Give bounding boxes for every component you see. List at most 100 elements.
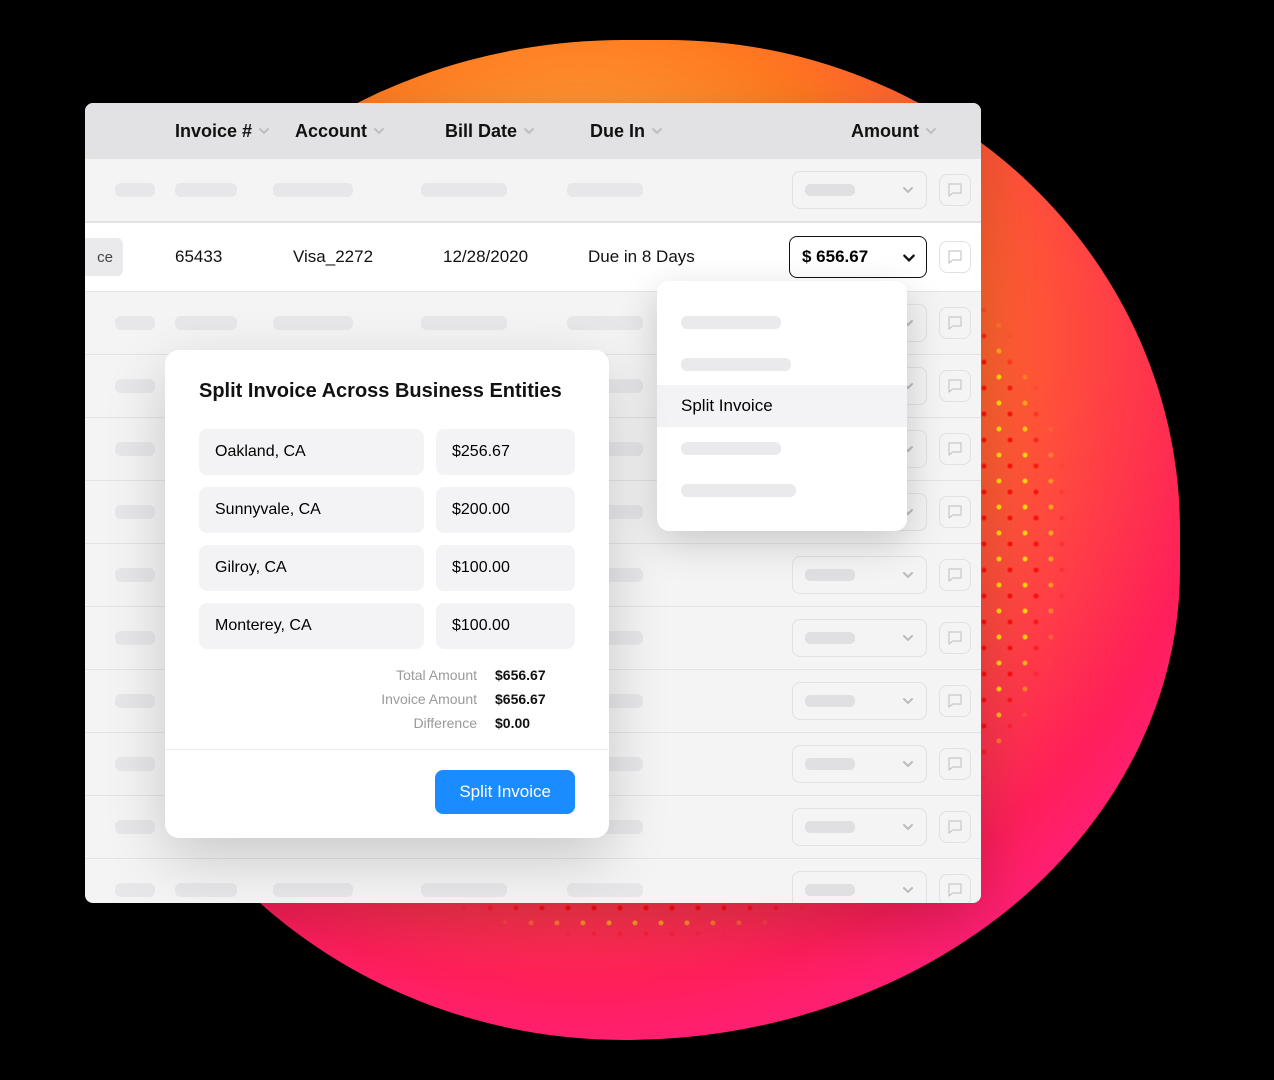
placeholder-cell <box>681 484 796 497</box>
entity-location-field[interactable]: Oakland, CA <box>199 429 424 475</box>
chevron-down-icon <box>902 632 914 644</box>
column-header-account[interactable]: Account <box>295 121 445 142</box>
split-invoice-button[interactable]: Split Invoice <box>435 770 575 814</box>
total-row: Difference $0.00 <box>199 715 575 731</box>
placeholder-cell <box>115 183 155 197</box>
table-row[interactable] <box>85 859 981 903</box>
comment-button[interactable] <box>939 241 971 273</box>
entity-amount-field[interactable]: $100.00 <box>436 603 575 649</box>
speech-bubble-icon <box>946 818 964 836</box>
placeholder-cell <box>805 569 855 581</box>
table-row[interactable] <box>85 159 981 222</box>
split-entity-row: Monterey, CA $100.00 <box>199 603 575 649</box>
menu-item-split-invoice[interactable]: Split Invoice <box>657 385 907 427</box>
comment-button[interactable] <box>939 685 971 717</box>
entity-amount-field[interactable]: $256.67 <box>436 429 575 475</box>
placeholder-cell <box>115 820 155 834</box>
amount-select[interactable] <box>792 556 927 594</box>
menu-item[interactable] <box>657 427 907 469</box>
chevron-down-icon <box>523 125 535 137</box>
menu-item[interactable] <box>657 301 907 343</box>
entity-amount-field[interactable]: $200.00 <box>436 487 575 533</box>
column-header-label: Amount <box>851 121 919 142</box>
speech-bubble-icon <box>946 629 964 647</box>
column-header-due-in[interactable]: Due In <box>590 121 780 142</box>
comment-button[interactable] <box>939 559 971 591</box>
comment-button[interactable] <box>939 748 971 780</box>
chevron-down-icon <box>902 569 914 581</box>
comment-button[interactable] <box>939 307 971 339</box>
placeholder-cell <box>115 757 155 771</box>
speech-bubble-icon <box>946 181 964 199</box>
placeholder-cell <box>421 883 507 897</box>
comment-button[interactable] <box>939 811 971 843</box>
split-entity-row: Oakland, CA $256.67 <box>199 429 575 475</box>
placeholder-cell <box>421 316 507 330</box>
placeholder-cell <box>567 316 643 330</box>
menu-item[interactable] <box>657 343 907 385</box>
amount-action-menu: Split Invoice <box>657 281 907 531</box>
speech-bubble-icon <box>946 692 964 710</box>
field-value: Gilroy, CA <box>215 559 287 577</box>
comment-button[interactable] <box>939 874 971 903</box>
amount-select[interactable] <box>792 171 927 209</box>
field-value: Monterey, CA <box>215 617 312 635</box>
field-value: Oakland, CA <box>215 443 306 461</box>
entity-location-field[interactable]: Monterey, CA <box>199 603 424 649</box>
placeholder-cell <box>115 568 155 582</box>
placeholder-cell <box>273 183 353 197</box>
chevron-down-icon <box>902 251 914 263</box>
speech-bubble-icon <box>946 248 964 266</box>
cell-invoice: 65433 <box>175 247 293 267</box>
amount-select[interactable] <box>792 745 927 783</box>
cell-account: Visa_2272 <box>293 247 443 267</box>
placeholder-cell <box>273 883 353 897</box>
placeholder-cell <box>805 758 855 770</box>
amount-select[interactable] <box>792 619 927 657</box>
speech-bubble-icon <box>946 377 964 395</box>
speech-bubble-icon <box>946 755 964 773</box>
menu-item[interactable] <box>657 469 907 511</box>
summary-value: $656.67 <box>495 691 575 707</box>
split-entity-row: Sunnyvale, CA $200.00 <box>199 487 575 533</box>
amount-select[interactable] <box>792 808 927 846</box>
cell-due-in: Due in 8 Days <box>588 247 778 267</box>
placeholder-cell <box>681 442 781 455</box>
summary-label: Invoice Amount <box>317 691 477 707</box>
chevron-down-icon <box>902 184 914 196</box>
column-header-amount[interactable]: Amount <box>851 121 961 142</box>
column-header-invoice[interactable]: Invoice # <box>175 121 295 142</box>
speech-bubble-icon <box>946 314 964 332</box>
comment-button[interactable] <box>939 174 971 206</box>
placeholder-cell <box>805 695 855 707</box>
summary-value: $656.67 <box>495 667 575 683</box>
column-header-label: Account <box>295 121 367 142</box>
comment-button[interactable] <box>939 433 971 465</box>
table-header: Invoice # Account Bill Date Due In Amoun… <box>85 103 981 159</box>
entity-location-field[interactable]: Gilroy, CA <box>199 545 424 591</box>
placeholder-cell <box>805 884 855 896</box>
comment-button[interactable] <box>939 622 971 654</box>
field-value: $256.67 <box>452 443 510 461</box>
entity-location-field[interactable]: Sunnyvale, CA <box>199 487 424 533</box>
total-row: Invoice Amount $656.67 <box>199 691 575 707</box>
amount-select[interactable] <box>792 871 927 903</box>
column-header-label: Due In <box>590 121 645 142</box>
comment-button[interactable] <box>939 370 971 402</box>
field-value: $200.00 <box>452 501 510 519</box>
split-invoice-modal: Split Invoice Across Business Entities O… <box>165 350 609 838</box>
summary-value: $0.00 <box>495 715 575 731</box>
placeholder-cell <box>805 184 855 196</box>
speech-bubble-icon <box>946 440 964 458</box>
placeholder-cell <box>567 183 643 197</box>
field-value: Sunnyvale, CA <box>215 501 321 519</box>
column-header-bill-date[interactable]: Bill Date <box>445 121 590 142</box>
field-value: $100.00 <box>452 617 510 635</box>
entity-amount-field[interactable]: $100.00 <box>436 545 575 591</box>
comment-button[interactable] <box>939 496 971 528</box>
summary-label: Difference <box>317 715 477 731</box>
amount-select-active[interactable]: $ 656.67 <box>789 236 927 278</box>
placeholder-cell <box>115 631 155 645</box>
placeholder-cell <box>805 632 855 644</box>
amount-select[interactable] <box>792 682 927 720</box>
